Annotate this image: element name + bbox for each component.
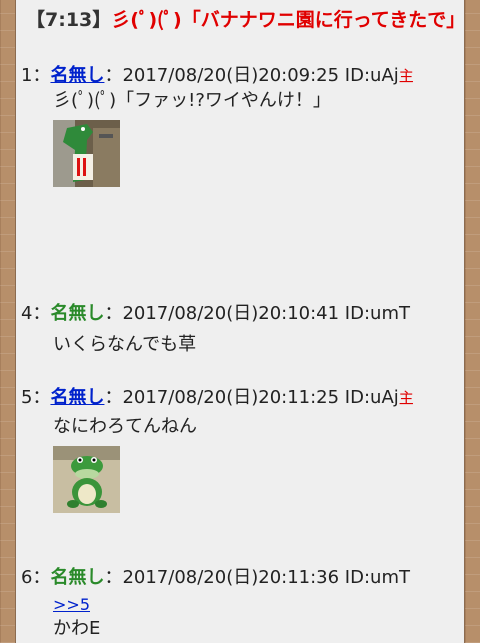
post-4: 4：名無し：2017/08/20(日)20:10:41 ID:umT いくらなん… xyxy=(21,302,461,358)
post-text: 彡(ﾟ)(ﾟ)「ファッ!?ワイやんけ！」 xyxy=(53,90,331,111)
separator: ： xyxy=(104,567,123,588)
post-header: 5：名無し：2017/08/20(日)20:11:25 ID:uAj主 xyxy=(21,386,461,410)
owner-badge: 主 xyxy=(398,389,414,407)
reply-anchor-link[interactable]: >>5 xyxy=(53,595,90,614)
reply-anchor-row: >>5 xyxy=(53,594,461,616)
owner-badge: 主 xyxy=(398,67,414,85)
poster-name: 名無し xyxy=(50,567,105,588)
post-header: 6：名無し：2017/08/20(日)20:11:36 ID:umT xyxy=(21,566,461,590)
post-meta: 2017/08/20(日)20:11:36 ID:umT xyxy=(122,567,410,588)
post-text: なにわろてんねん xyxy=(53,416,197,437)
post-meta: 2017/08/20(日)20:10:41 ID:umT xyxy=(122,303,410,324)
alligator-plush-thumbnail[interactable] xyxy=(53,446,120,513)
post-header: 1：名無し：2017/08/20(日)20:09:25 ID:uAj主 xyxy=(21,64,461,88)
separator: ： xyxy=(104,65,123,86)
brick-wall-left xyxy=(0,0,15,643)
alligator-sign-thumbnail[interactable] xyxy=(53,120,120,187)
poster-name-link[interactable]: 名無し xyxy=(50,65,104,86)
post-text: かわE xyxy=(53,618,101,639)
post-meta: 2017/08/20(日)20:09:25 ID:uAj xyxy=(122,65,399,86)
thread-time: 【7:13】 xyxy=(26,9,112,31)
post-5: 5：名無し：2017/08/20(日)20:11:25 ID:uAj主 なにわろ… xyxy=(21,386,461,513)
separator: ： xyxy=(104,387,123,408)
post-meta: 2017/08/20(日)20:11:25 ID:uAj xyxy=(122,387,399,408)
brick-wall-right xyxy=(465,0,480,643)
thread-title-text: 彡(ﾟ)(ﾟ)「バナナワニ園に行ってきたで」 xyxy=(111,9,466,31)
post-number: 5： xyxy=(21,387,51,408)
thread-panel: 【7:13】彡(ﾟ)(ﾟ)「バナナワニ園に行ってきたで」 1：名無し：2017/… xyxy=(15,0,465,643)
post-number: 1： xyxy=(21,65,51,86)
poster-name-link[interactable]: 名無し xyxy=(50,387,104,408)
post-1: 1：名無し：2017/08/20(日)20:09:25 ID:uAj主 彡(ﾟ)… xyxy=(21,64,461,187)
separator: ： xyxy=(104,303,123,324)
post-text: いくらなんでも草 xyxy=(53,334,197,355)
post-6: 6：名無し：2017/08/20(日)20:11:36 ID:umT >>5 か… xyxy=(21,566,461,642)
post-number: 4： xyxy=(21,303,51,324)
post-header: 4：名無し：2017/08/20(日)20:10:41 ID:umT xyxy=(21,302,461,326)
post-number: 6： xyxy=(21,567,51,588)
thread-title: 【7:13】彡(ﾟ)(ﾟ)「バナナワニ園に行ってきたで」 xyxy=(26,4,466,37)
poster-name: 名無し xyxy=(50,303,105,324)
